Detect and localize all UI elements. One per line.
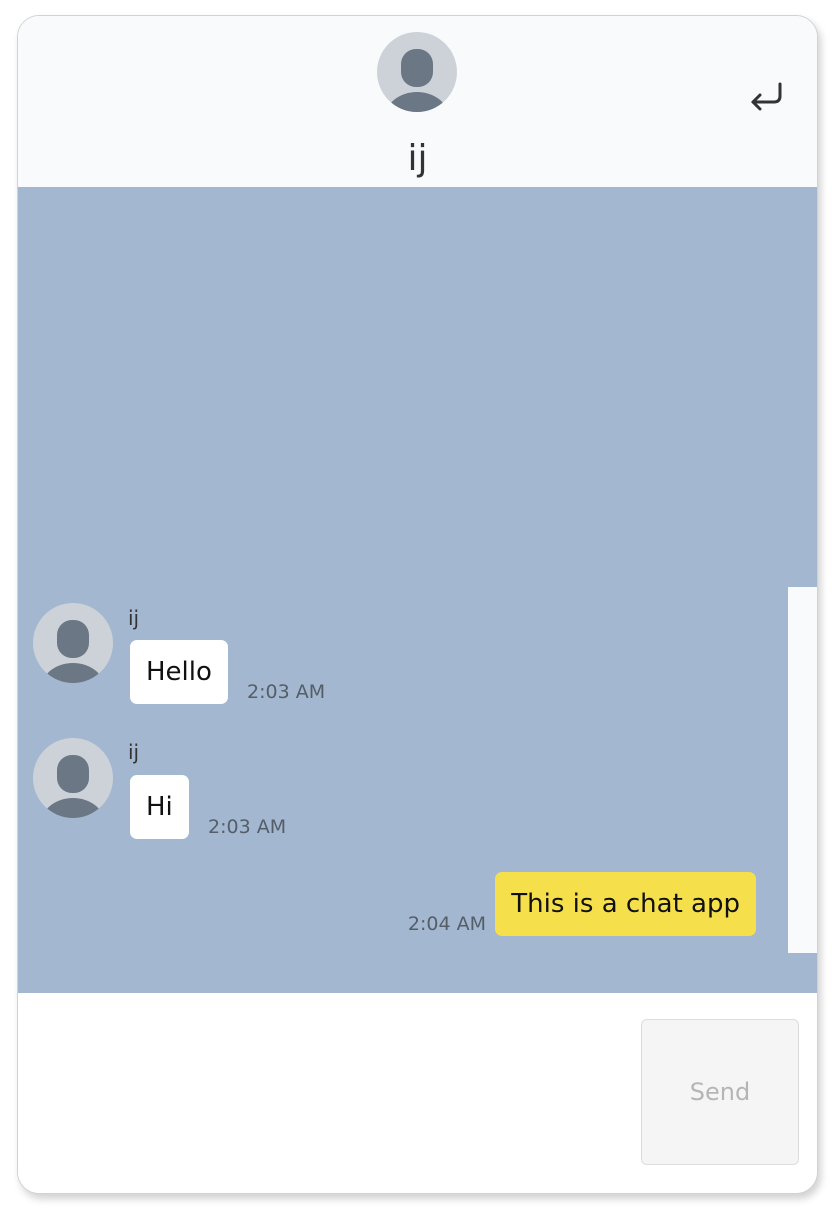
return-arrow-icon[interactable] bbox=[744, 76, 786, 118]
message-timestamp: 2:03 AM bbox=[247, 681, 326, 703]
message-timestamp: 2:03 AM bbox=[208, 816, 287, 838]
user-avatar-icon bbox=[33, 738, 113, 818]
message-input[interactable] bbox=[38, 1013, 632, 1167]
message-list[interactable]: ij Hello 2:03 AM ij Hi 2:03 AM 2:04 AM T… bbox=[18, 187, 817, 993]
message-bubble: Hi bbox=[130, 775, 189, 839]
scrollbar[interactable] bbox=[788, 587, 817, 953]
chat-header: ij bbox=[18, 16, 817, 187]
chat-window: ij ij Hello 2:03 AM ij Hi 2:03 AM 2:04 A… bbox=[17, 15, 818, 1194]
chat-title: ij bbox=[407, 138, 428, 179]
message-bubble: This is a chat app bbox=[495, 872, 756, 936]
sender-name: ij bbox=[128, 740, 140, 764]
message-bubble: Hello bbox=[130, 640, 228, 704]
send-button[interactable]: Send bbox=[641, 1019, 799, 1165]
user-avatar-icon bbox=[33, 603, 113, 683]
message-timestamp: 2:04 AM bbox=[407, 913, 486, 935]
message-composer: Send bbox=[18, 993, 817, 1193]
sender-name: ij bbox=[128, 606, 140, 630]
user-avatar-icon bbox=[377, 32, 457, 112]
